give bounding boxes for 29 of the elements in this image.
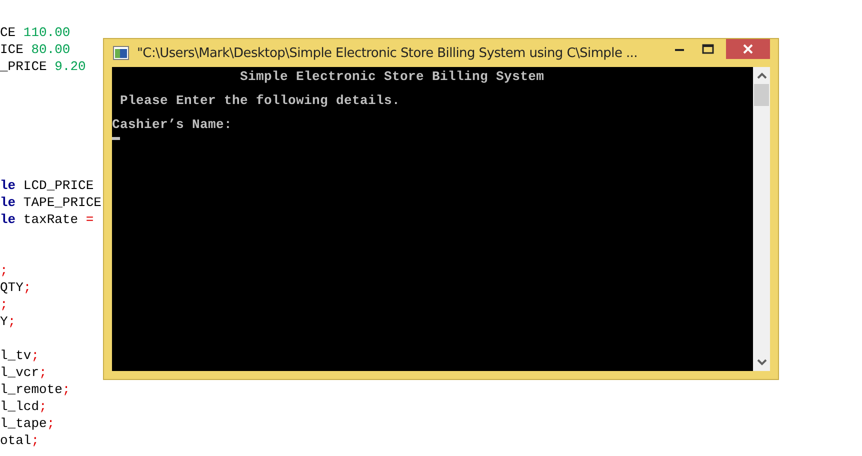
console-text: Please Enter the following details. bbox=[119, 93, 400, 108]
window-title: "C:\Users\Mark\Desktop\Simple Electronic Store Billing System using C\Simple ... bbox=[137, 46, 638, 60]
maximize-icon bbox=[702, 44, 714, 54]
code-line: le taxRate = bbox=[0, 211, 94, 228]
console-text: Cashier’s Name: bbox=[112, 117, 232, 132]
code-line: QTY; bbox=[0, 279, 32, 296]
code-line: ICE 80.00 bbox=[0, 41, 70, 58]
code-line: l_tv; bbox=[0, 347, 40, 364]
vertical-scrollbar[interactable] bbox=[753, 67, 770, 371]
code-line: l_lcd; bbox=[0, 398, 47, 415]
code-line: l_tape; bbox=[0, 415, 55, 432]
code-line: CE 110.00 bbox=[0, 24, 70, 41]
scroll-up-icon[interactable] bbox=[756, 72, 766, 79]
code-line: _PRICE 9.20 bbox=[0, 58, 86, 75]
scroll-down-icon[interactable] bbox=[756, 359, 766, 366]
close-button[interactable] bbox=[726, 39, 770, 59]
code-line: l_remote; bbox=[0, 381, 70, 398]
code-line: l_vcr; bbox=[0, 364, 47, 381]
text-cursor bbox=[112, 137, 120, 140]
code-line: le LCD_PRICE bbox=[0, 177, 94, 194]
scrollbar-thumb[interactable] bbox=[754, 84, 769, 106]
close-icon bbox=[743, 44, 753, 54]
code-line: le TAPE_PRICE bbox=[0, 194, 102, 211]
console-text: Simple Electronic Store Billing System bbox=[239, 69, 544, 84]
console-app-icon bbox=[113, 46, 129, 60]
code-line: otal; bbox=[0, 432, 40, 449]
code-line: Y; bbox=[0, 313, 16, 330]
code-line: ; bbox=[0, 296, 8, 313]
code-line: ; bbox=[0, 262, 8, 279]
